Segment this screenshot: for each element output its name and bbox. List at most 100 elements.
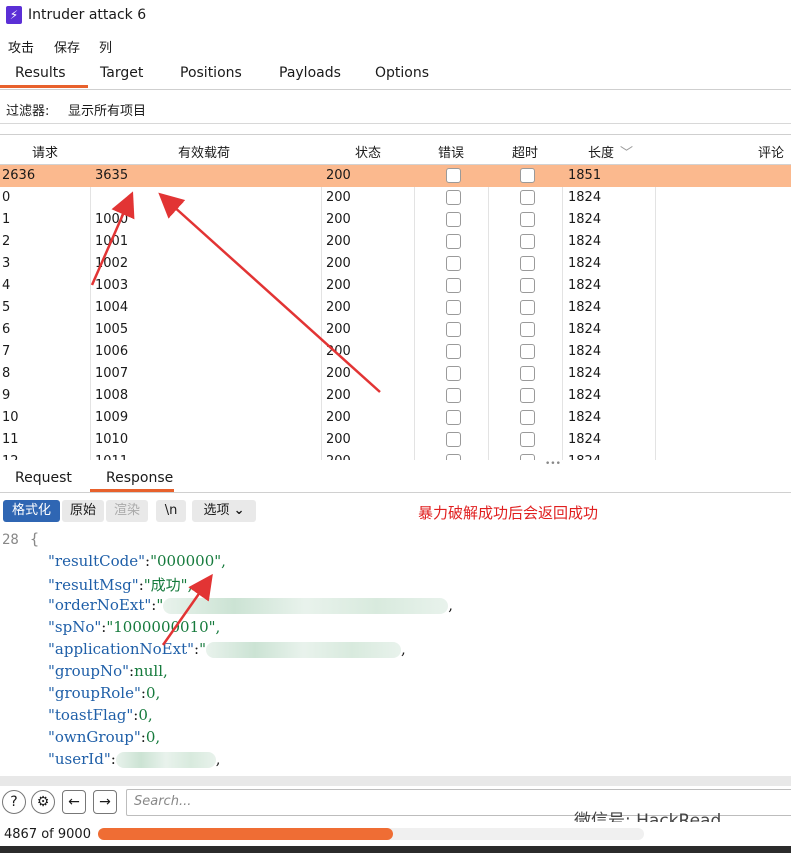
request-cell: 2 <box>2 234 11 249</box>
table-row[interactable]: 10 1009 200 1824 <box>0 407 791 429</box>
tab-request[interactable]: Request <box>15 470 72 486</box>
request-cell: 3 <box>2 256 11 271</box>
tab-options[interactable]: Options <box>375 65 429 81</box>
filter-label: 过滤器: <box>6 104 50 119</box>
json-comma: , <box>215 750 221 768</box>
length-cell: 1824 <box>568 454 601 460</box>
tab-payloads[interactable]: Payloads <box>279 65 341 81</box>
annotation-note: 暴力破解成功后会返回成功 <box>418 504 599 522</box>
progress-bar <box>98 828 393 840</box>
error-checkbox <box>446 278 461 293</box>
menu-attack[interactable]: 攻击 <box>8 37 34 56</box>
json-value: " <box>156 596 164 614</box>
redacted-value <box>205 642 401 658</box>
table-row[interactable]: 12 1011 200 1824 <box>0 451 791 460</box>
timeout-checkbox <box>520 256 535 271</box>
options-dropdown-button[interactable]: 选项 ⌄ <box>192 500 256 522</box>
filter-value[interactable]: 显示所有项目 <box>68 100 146 119</box>
status-cell: 200 <box>326 454 351 460</box>
length-cell: 1824 <box>568 322 602 337</box>
status-cell: 200 <box>326 344 351 359</box>
table-row[interactable]: 7 1006 200 1824 <box>0 341 791 363</box>
help-icon[interactable]: ? <box>2 790 26 814</box>
table-row[interactable]: 2636 3635 200 1851 <box>0 165 791 187</box>
redacted-value <box>115 752 216 768</box>
payload-cell: 3635 <box>95 168 129 183</box>
table-row[interactable]: 1 1000 200 1824 <box>0 209 791 231</box>
error-checkbox <box>446 454 461 460</box>
error-checkbox <box>446 300 461 315</box>
results-table[interactable]: 请求 有效载荷 状态 错误 超时 长度 ﹀ 评论 2636 3635 200 1851… <box>0 134 791 460</box>
table-row[interactable]: 9 1008 200 1824 <box>0 385 791 407</box>
column-header-comment[interactable]: 评论 <box>758 142 784 161</box>
json-key: "toastFlag" <box>48 706 134 724</box>
window-title: Intruder attack 6 <box>28 7 147 23</box>
column-header-timeout[interactable]: 超时 <box>512 142 538 161</box>
table-row[interactable]: 8 1007 200 1824 <box>0 363 791 385</box>
json-line: "spNo":"1000000010", <box>48 618 220 636</box>
active-tab-indicator <box>90 489 174 492</box>
raw-view-button[interactable]: 原始 <box>62 500 104 522</box>
timeout-checkbox <box>520 388 535 403</box>
column-header-length[interactable]: 长度 <box>588 142 614 161</box>
json-value: 0, <box>145 684 161 702</box>
back-arrow-icon[interactable]: ← <box>62 790 86 814</box>
timeout-checkbox <box>520 322 535 337</box>
tab-results[interactable]: Results <box>15 65 66 81</box>
menu-columns[interactable]: 列 <box>99 37 112 56</box>
request-cell: 5 <box>2 300 11 315</box>
request-cell: 6 <box>2 322 11 337</box>
status-cell: 200 <box>326 168 351 183</box>
json-value: "成功", <box>143 576 193 594</box>
table-row[interactable]: 2 1001 200 1824 <box>0 231 791 253</box>
payload-cell: 1002 <box>95 256 129 271</box>
open-brace: { <box>30 530 40 548</box>
column-header-error[interactable]: 错误 <box>438 142 464 161</box>
status-cell: 200 <box>326 278 351 293</box>
window-bottom-edge <box>0 846 791 853</box>
timeout-checkbox <box>520 432 535 447</box>
error-checkbox <box>446 212 461 227</box>
table-row[interactable]: 11 1010 200 1824 <box>0 429 791 451</box>
active-tab-indicator <box>0 85 88 88</box>
column-header-status[interactable]: 状态 <box>355 142 381 161</box>
length-cell: 1824 <box>568 300 602 315</box>
error-checkbox <box>446 256 461 271</box>
json-line: "resultMsg":"成功", <box>48 574 192 595</box>
table-row[interactable]: 6 1005 200 1824 <box>0 319 791 341</box>
json-line: "ownGroup":0, <box>48 728 160 746</box>
table-row[interactable]: 5 1004 200 1824 <box>0 297 791 319</box>
newline-toggle-button[interactable]: \n <box>156 500 186 522</box>
table-row[interactable]: 4 1003 200 1824 <box>0 275 791 297</box>
table-row[interactable]: 0 200 1824 <box>0 187 791 209</box>
error-checkbox <box>446 190 461 205</box>
forward-arrow-icon[interactable]: → <box>93 790 117 814</box>
payload-cell: 1010 <box>95 432 129 447</box>
gear-icon[interactable]: ⚙ <box>31 790 55 814</box>
request-cell: 1 <box>2 212 11 227</box>
request-cell: 10 <box>2 410 19 425</box>
tab-positions[interactable]: Positions <box>180 65 242 81</box>
length-cell: 1824 <box>568 344 602 359</box>
length-cell: 1824 <box>568 432 602 447</box>
json-key: "orderNoExt" <box>48 596 152 614</box>
json-value: 0, <box>138 706 153 724</box>
tab-target[interactable]: Target <box>100 65 143 81</box>
table-row[interactable]: 3 1002 200 1824 <box>0 253 791 275</box>
render-view-button[interactable]: 渲染 <box>106 500 148 522</box>
menu-save[interactable]: 保存 <box>54 37 80 56</box>
payload-cell: 1004 <box>95 300 129 315</box>
column-header-request[interactable]: 请求 <box>32 142 58 161</box>
length-cell: 1824 <box>568 256 602 271</box>
error-checkbox <box>446 322 461 337</box>
json-line: "userId":, <box>48 750 221 768</box>
horizontal-scrollbar[interactable] <box>0 776 791 786</box>
length-cell: 1824 <box>568 366 602 381</box>
column-header-payload[interactable]: 有效载荷 <box>178 142 230 161</box>
burp-lightning-icon: ⚡ <box>6 6 22 24</box>
status-cell: 200 <box>326 410 351 425</box>
tab-response[interactable]: Response <box>106 470 173 486</box>
pretty-view-button[interactable]: 格式化 <box>3 500 60 522</box>
json-line: "groupRole":0, <box>48 684 160 702</box>
payload-cell: 1003 <box>95 278 129 293</box>
